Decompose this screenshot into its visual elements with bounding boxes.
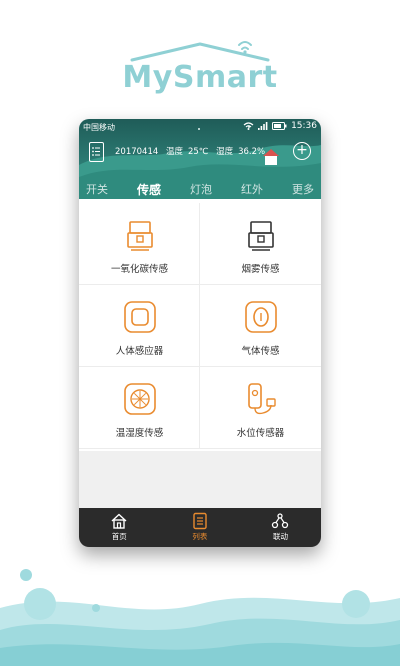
nav-label: 联动 (272, 532, 288, 541)
date-text: 20170414 (115, 147, 159, 157)
add-button[interactable]: + (293, 142, 311, 160)
phone-screen: 中国移动 15:36 20170414 温度 25℃ 湿度 36.2% + 开关… (79, 119, 321, 547)
brand-title: MySmart (122, 60, 278, 95)
sensor-label: 一氧化碳传感 (110, 264, 168, 275)
status-icons: 15:36 (243, 121, 317, 131)
temp-label: 温度 (165, 147, 183, 157)
tab-sensor[interactable]: 传感 (137, 178, 161, 199)
empty-area (79, 451, 321, 508)
menu-button[interactable] (89, 142, 104, 162)
sensor-label: 人体感应器 (115, 346, 164, 357)
sensor-item-motion[interactable]: 人体感应器 (79, 285, 200, 367)
humidity-label: 湿度 (216, 147, 234, 157)
linkage-icon (272, 513, 289, 529)
bottom-nav: 首页 列表 联动 (79, 508, 321, 547)
sensor-label: 气体传感 (241, 346, 280, 357)
list-menu-icon (92, 147, 100, 156)
temp-value: 25℃ (187, 147, 209, 157)
wifi-icon (243, 122, 254, 130)
clock: 15:36 (291, 121, 317, 131)
sensor-label: 温湿度传感 (115, 428, 164, 439)
nav-linkage[interactable]: 联动 (240, 508, 321, 547)
tab-switch[interactable]: 开关 (86, 178, 108, 199)
sensor-item-co[interactable]: 一氧化碳传感 (79, 203, 200, 285)
carrier-label: 中国移动 (83, 123, 115, 132)
tab-more[interactable]: 更多 (292, 178, 314, 199)
status-bar: 中国移动 15:36 (79, 119, 321, 135)
sensor-item-temp-humidity[interactable]: 温湿度传感 (79, 367, 200, 449)
weather-info: 20170414 温度 25℃ 湿度 36.2% (115, 145, 270, 157)
nav-list[interactable]: 列表 (160, 508, 241, 547)
tab-bulb[interactable]: 灯泡 (190, 178, 212, 199)
wave-decoration (0, 569, 400, 666)
sensor-label: 烟雾传感 (241, 264, 280, 275)
water-level-sensor-icon (247, 383, 276, 415)
app-header: 中国移动 15:36 20170414 温度 25℃ 湿度 36.2% + 开关… (79, 119, 321, 199)
temp-humidity-sensor-icon (123, 383, 156, 415)
home-icon (111, 513, 127, 529)
sensor-item-water-level[interactable]: 水位传感器 (200, 367, 321, 449)
nav-home[interactable]: 首页 (79, 508, 160, 547)
co-sensor-icon (126, 221, 153, 251)
list-icon (193, 512, 207, 530)
tab-infrared[interactable]: 红外 (241, 178, 263, 199)
motion-sensor-icon (123, 301, 156, 333)
gas-sensor-icon (244, 301, 277, 333)
sensor-item-gas[interactable]: 气体传感 (200, 285, 321, 367)
sensor-grid: 一氧化碳传感 烟雾传感 人体感应器 气体传感 温湿度传感 水位传感器 (79, 203, 321, 451)
battery-icon (272, 122, 287, 130)
tab-bar: 开关 传感 灯泡 红外 更多 (79, 178, 321, 199)
signal-icon (258, 122, 268, 130)
humidity-value: 36.2% (238, 147, 266, 157)
nav-label: 首页 (111, 532, 127, 541)
info-bar: 20170414 温度 25℃ 湿度 36.2% + (79, 139, 321, 165)
sensor-item-smoke[interactable]: 烟雾传感 (200, 203, 321, 285)
brand-header: MySmart (0, 30, 400, 100)
plus-icon: + (296, 142, 308, 158)
smoke-sensor-icon (247, 221, 274, 251)
sensor-label: 水位传感器 (236, 428, 285, 439)
nav-label: 列表 (192, 532, 208, 541)
